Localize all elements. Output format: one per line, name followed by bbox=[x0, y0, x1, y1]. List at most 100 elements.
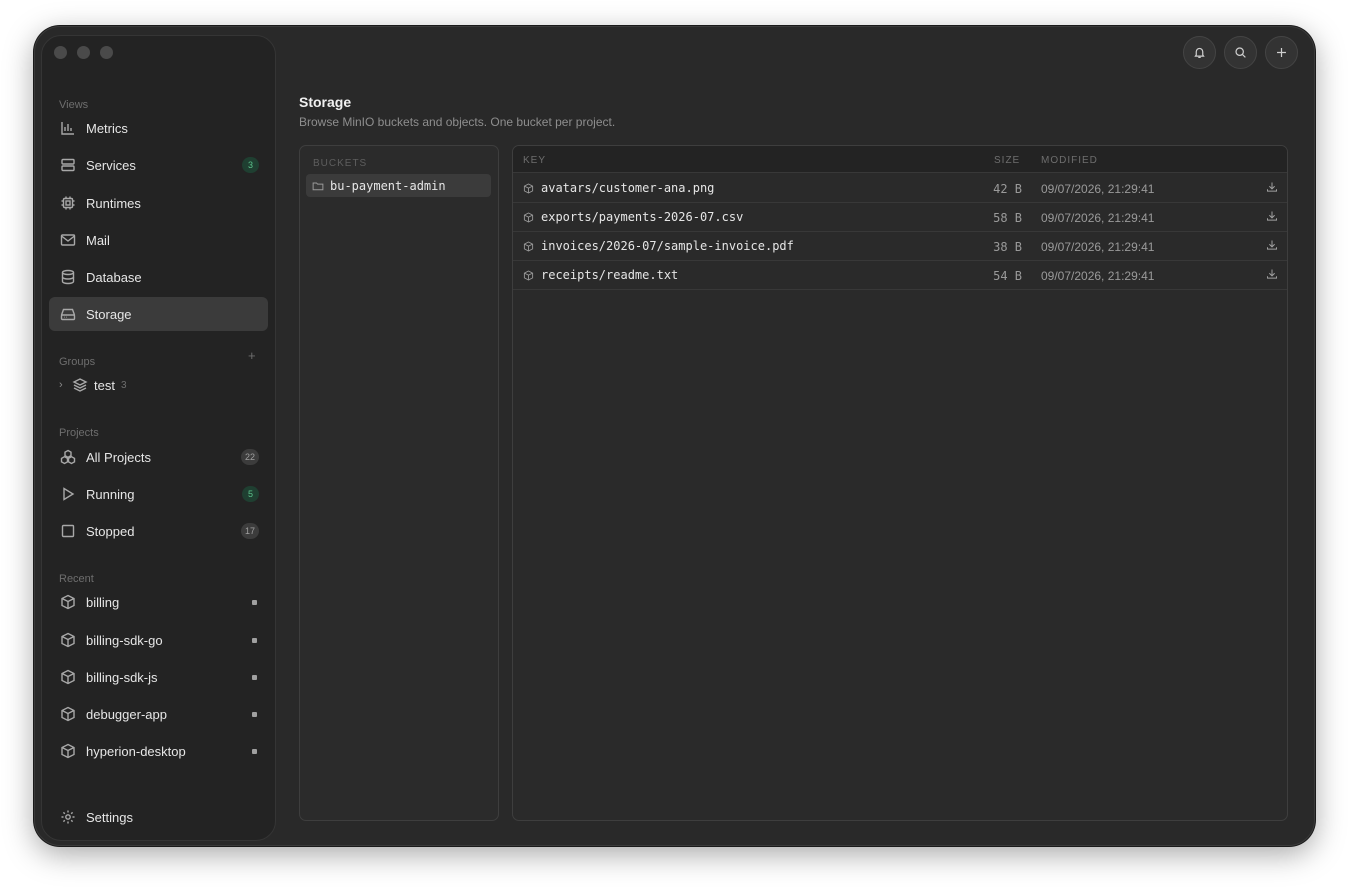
add-button[interactable] bbox=[1265, 36, 1298, 69]
package-icon bbox=[523, 270, 534, 280]
package-icon bbox=[59, 593, 77, 611]
object-key-text: exports/payments-2026-07.csv bbox=[541, 210, 744, 224]
download-button[interactable] bbox=[1266, 210, 1278, 225]
object-key-text: avatars/customer-ana.png bbox=[541, 181, 715, 195]
page-subtitle: Browse MinIO buckets and objects. One bu… bbox=[299, 115, 616, 129]
bell-icon bbox=[1194, 47, 1205, 58]
objects-table: KEY SIZE MODIFIED avatars/customer-ana.p… bbox=[512, 145, 1288, 821]
sidebar-item-services[interactable]: Services 3 bbox=[49, 148, 268, 182]
recent-item-debugger-app[interactable]: debugger-app bbox=[49, 697, 268, 731]
page-title: Storage bbox=[299, 94, 352, 110]
download-button[interactable] bbox=[1266, 239, 1278, 254]
recent-item-label: billing bbox=[86, 594, 120, 610]
package-icon bbox=[59, 631, 77, 649]
recent-item-billing-sdk-js[interactable]: billing-sdk-js bbox=[49, 660, 268, 694]
zoom-window-button[interactable] bbox=[100, 46, 113, 59]
package-icon bbox=[59, 668, 77, 686]
table-row[interactable]: exports/payments-2026-07.csv 58 B 09/07/… bbox=[513, 203, 1287, 232]
object-key: receipts/readme.txt bbox=[523, 268, 678, 282]
count-badge: 5 bbox=[242, 486, 259, 502]
status-dot bbox=[252, 748, 257, 754]
bucket-label: bu-payment-admin bbox=[330, 178, 446, 193]
notifications-button[interactable] bbox=[1183, 36, 1216, 69]
buckets-heading: BUCKETS bbox=[313, 158, 368, 169]
sidebar-item-metrics[interactable]: Metrics bbox=[49, 111, 268, 145]
chevron-right-icon[interactable]: › bbox=[59, 379, 72, 391]
section-label-recent: Recent bbox=[59, 573, 94, 585]
package-icon bbox=[523, 183, 534, 193]
sidebar-item-mail[interactable]: Mail bbox=[49, 223, 268, 257]
add-group-button[interactable]: + bbox=[248, 348, 256, 363]
sidebar-item-label: All Projects bbox=[86, 449, 152, 465]
sidebar: Views Metrics Services 3 Runtimes Mail D… bbox=[41, 35, 276, 841]
count-badge: 3 bbox=[242, 157, 259, 173]
recent-item-hyperion-desktop[interactable]: hyperion-desktop bbox=[49, 734, 268, 768]
column-size[interactable]: SIZE bbox=[994, 155, 1020, 166]
table-row[interactable]: invoices/2026-07/sample-invoice.pdf 38 B… bbox=[513, 232, 1287, 261]
buckets-panel: BUCKETS bu-payment-admin bbox=[299, 145, 499, 821]
group-item-test[interactable]: › test 3 bbox=[59, 377, 127, 393]
package-icon bbox=[523, 212, 534, 222]
search-icon bbox=[1235, 47, 1246, 58]
sidebar-item-label: Settings bbox=[86, 809, 133, 825]
recent-item-label: debugger-app bbox=[86, 706, 167, 722]
sidebar-item-storage[interactable]: Storage bbox=[49, 297, 268, 331]
close-window-button[interactable] bbox=[54, 46, 67, 59]
recent-item-label: hyperion-desktop bbox=[86, 743, 186, 759]
sidebar-item-stopped[interactable]: Stopped 17 bbox=[49, 514, 268, 548]
download-button[interactable] bbox=[1266, 181, 1278, 196]
server-icon bbox=[59, 156, 77, 174]
bucket-item[interactable]: bu-payment-admin bbox=[306, 174, 491, 197]
sidebar-item-runtimes[interactable]: Runtimes bbox=[49, 186, 268, 220]
group-count: 3 bbox=[120, 379, 127, 391]
sidebar-item-database[interactable]: Database bbox=[49, 260, 268, 294]
minimize-window-button[interactable] bbox=[77, 46, 90, 59]
object-size: 58 B bbox=[993, 211, 1022, 225]
sidebar-item-label: Database bbox=[86, 269, 142, 285]
object-modified: 09/07/2026, 21:29:41 bbox=[1041, 182, 1155, 196]
status-dot bbox=[252, 599, 257, 605]
layers-icon bbox=[72, 377, 88, 393]
count-badge: 17 bbox=[240, 523, 259, 539]
download-icon bbox=[1267, 211, 1277, 221]
table-row[interactable]: receipts/readme.txt 54 B 09/07/2026, 21:… bbox=[513, 261, 1287, 290]
object-key: exports/payments-2026-07.csv bbox=[523, 210, 743, 224]
recent-item-billing-sdk-go[interactable]: billing-sdk-go bbox=[49, 623, 268, 657]
recent-item-billing[interactable]: billing bbox=[49, 585, 268, 619]
gear-icon bbox=[59, 808, 77, 826]
boxes-icon bbox=[59, 448, 77, 466]
folder-icon bbox=[312, 182, 324, 190]
square-icon bbox=[59, 522, 77, 540]
sidebar-item-label: Mail bbox=[86, 232, 110, 248]
sidebar-item-all-projects[interactable]: All Projects 22 bbox=[49, 440, 268, 474]
object-key: avatars/customer-ana.png bbox=[523, 181, 714, 195]
sidebar-item-settings[interactable]: Settings bbox=[49, 800, 268, 834]
sidebar-item-running[interactable]: Running 5 bbox=[49, 477, 268, 511]
column-modified[interactable]: MODIFIED bbox=[1041, 155, 1098, 166]
play-icon bbox=[59, 485, 77, 503]
status-dot bbox=[252, 674, 257, 680]
column-key[interactable]: KEY bbox=[523, 155, 546, 166]
group-label: test bbox=[94, 377, 115, 393]
package-icon bbox=[59, 705, 77, 723]
object-key-text: invoices/2026-07/sample-invoice.pdf bbox=[541, 239, 794, 253]
recent-item-label: billing-sdk-js bbox=[86, 669, 158, 685]
window-controls bbox=[54, 46, 113, 59]
sidebar-item-label: Stopped bbox=[86, 523, 135, 539]
download-button[interactable] bbox=[1266, 268, 1278, 283]
object-modified: 09/07/2026, 21:29:41 bbox=[1041, 211, 1155, 225]
package-icon bbox=[523, 241, 534, 251]
table-header: KEY SIZE MODIFIED bbox=[513, 146, 1287, 173]
object-modified: 09/07/2026, 21:29:41 bbox=[1041, 269, 1155, 283]
object-size: 42 B bbox=[993, 182, 1022, 196]
object-key: invoices/2026-07/sample-invoice.pdf bbox=[523, 239, 794, 253]
download-icon bbox=[1267, 240, 1277, 250]
search-button[interactable] bbox=[1224, 36, 1257, 69]
sidebar-item-label: Runtimes bbox=[86, 195, 141, 211]
sidebar-item-label: Metrics bbox=[86, 120, 128, 136]
download-icon bbox=[1267, 182, 1277, 192]
cpu-icon bbox=[59, 194, 77, 212]
plus-icon bbox=[1277, 48, 1286, 57]
table-row[interactable]: avatars/customer-ana.png 42 B 09/07/2026… bbox=[513, 174, 1287, 203]
section-label-views: Views bbox=[59, 99, 89, 111]
